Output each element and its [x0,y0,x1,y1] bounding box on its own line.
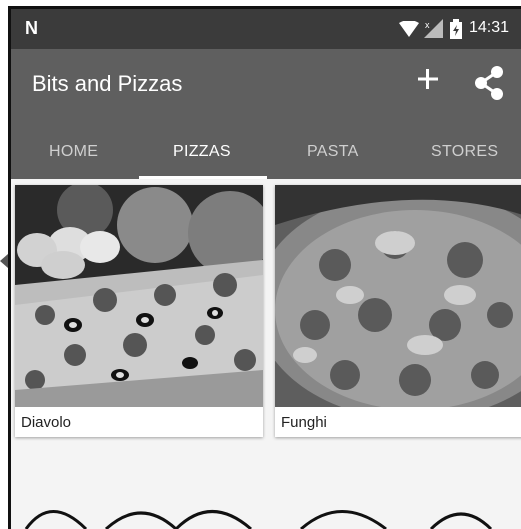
pizza-card-funghi[interactable]: Funghi [275,185,521,437]
pizza-photo [275,185,521,407]
phone-screen: N x 14:31 Bits and Pizzas HOME PIZZAS PA… [8,6,521,529]
signal-icon: x [424,19,443,38]
share-icon[interactable] [473,65,505,101]
tab-stores[interactable]: STORES [431,125,498,179]
tab-home[interactable]: HOME [49,125,98,179]
pizza-card-diavolo[interactable]: Diavolo [15,185,263,437]
pizza-grid: Diavolo Funghi [11,179,521,529]
pizza-name: Funghi [281,414,327,431]
wifi-icon [399,21,419,37]
tab-pasta[interactable]: PASTA [307,125,359,179]
status-bar: N x 14:31 [11,9,521,49]
tab-bar: HOME PIZZAS PASTA STORES [11,125,521,179]
plus-icon[interactable] [414,65,442,93]
app-title: Bits and Pizzas [32,71,183,96]
pointer-arrow-icon [0,254,8,268]
battery-icon [450,19,462,39]
clock: 14:31 [469,19,510,36]
pizza-photo [15,185,263,407]
pizza-name: Diavolo [21,414,72,431]
svg-text:x: x [425,20,430,30]
tab-pizzas[interactable]: PIZZAS [173,125,231,179]
app-bar: Bits and Pizzas [11,49,521,125]
notification-n-icon: N [25,18,38,38]
decorative-clouds [24,510,493,529]
